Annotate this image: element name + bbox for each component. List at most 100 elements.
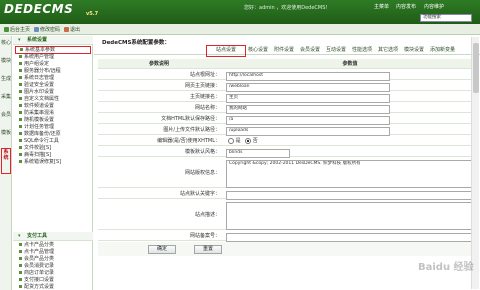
icp-number-input[interactable] xyxy=(226,232,476,242)
sidebar: ▾ 系统设置 系统基本参数 系统用户管理 用户组设定 服务器分布/远程 系统日志… xyxy=(13,36,93,290)
bullet-icon xyxy=(19,76,22,79)
vertical-scrollbar[interactable] xyxy=(471,37,479,289)
sidebar-item-basic-params[interactable]: 系统基本参数 xyxy=(15,46,91,54)
tab-site-settings[interactable]: 站点设置 xyxy=(206,45,246,57)
row-label: 网站名称： xyxy=(194,105,220,111)
sidebar-item-anti-collect[interactable]: 防采集串混淆 xyxy=(19,110,54,116)
link-change-password[interactable]: 修改密码 xyxy=(40,26,60,33)
sidebar-item-user-groups[interactable]: 用户组设定 xyxy=(19,61,49,67)
sidebar-section-system-settings[interactable]: ▾ 系统设置 xyxy=(13,36,93,45)
copyright-textarea[interactable]: Copyright &copy; 2002-2011 DesDeCMS. 织梦科… xyxy=(226,159,476,188)
sidebar-item-label: 配货方式设置 xyxy=(24,284,55,290)
radio-yes-icon[interactable] xyxy=(228,137,234,144)
bullet-icon xyxy=(19,278,22,281)
sidebar-item-label: 图片水印设置 xyxy=(24,89,55,95)
vtab-members[interactable]: 会员 xyxy=(1,112,11,118)
vtab-core[interactable]: 核心 xyxy=(1,40,11,46)
table-row: 编辑器(是/否)使用XHTML： 是 否 xyxy=(98,136,476,146)
user-greeting: 您好：admin ，欢迎使用DedeCMS！ xyxy=(244,5,331,11)
vtab-generate[interactable]: 生成 xyxy=(1,76,11,82)
sidebar-item-db-backup[interactable]: 数据库备份/还原 xyxy=(19,131,61,137)
radio-yes-label: 是 xyxy=(235,138,241,144)
upload-path-input[interactable]: /uploads xyxy=(226,126,390,136)
main-content: DedeCMS系统配置参数： 站点设置 核心设置 附件设置 会员设置 互动设置 … xyxy=(94,36,480,290)
scrollbar-thumb[interactable] xyxy=(473,43,479,93)
link-logout[interactable]: 退出 xyxy=(70,26,80,33)
bullet-icon xyxy=(19,160,22,163)
table-row: 网页主页链接： /webloan xyxy=(98,81,476,92)
section-title: 支付工具 xyxy=(27,233,48,239)
sidebar-item-server-remote[interactable]: 服务器分布/远程 xyxy=(19,68,61,74)
tab-member-settings[interactable]: 会员设置 xyxy=(300,46,320,55)
vertical-module-tabs: 核心 模块 生成 采集 会员 模板 系统 xyxy=(0,36,12,290)
row-label: 网站备案号： xyxy=(189,233,220,239)
table-header: 参数说明 参数值 xyxy=(98,59,476,69)
sidebar-item-virus-scan[interactable]: 病毒扫描[S] xyxy=(19,152,51,158)
homepage-name-input[interactable]: 主页 xyxy=(226,93,390,103)
html-path-input[interactable]: /a xyxy=(226,115,390,125)
button-row: 确定 重置 xyxy=(98,242,476,256)
sidebar-item-orders[interactable]: 商店订单记录 xyxy=(19,270,54,276)
sidebar-item-file-check[interactable]: 文件校验[S] xyxy=(19,145,51,151)
vtab-system[interactable]: 系统 xyxy=(1,148,11,174)
nav-main-menu[interactable]: 主菜单 xyxy=(374,3,389,10)
sidebar-item-delivery[interactable]: 配货方式设置 xyxy=(19,284,54,290)
sidebar-item-scheduled-tasks[interactable]: 计划任务管理 xyxy=(19,124,54,130)
tab-interaction-settings[interactable]: 互动设置 xyxy=(326,46,346,55)
bullet-icon xyxy=(19,83,22,86)
vtab-templates[interactable]: 模板 xyxy=(1,130,11,136)
keywords-input[interactable] xyxy=(226,190,476,200)
template-style-input[interactable]: blinds xyxy=(226,148,290,158)
link-admin-home[interactable]: 后台主页 xyxy=(10,26,30,33)
sidebar-item-member-spending[interactable]: 会员消费记录 xyxy=(19,263,54,269)
row-label: 编辑器(是/否)使用XHTML： xyxy=(157,138,220,144)
vtab-modules[interactable]: 模块 xyxy=(1,58,11,64)
bullet-icon xyxy=(19,69,22,72)
table-row: 网站名称： 我的网站 xyxy=(98,103,476,114)
sidebar-section-payment-tools[interactable]: ▾ 支付工具 xyxy=(13,232,93,241)
table-row: 网站版权信息： Copyright &copy; 2002-2011 DesDe… xyxy=(98,158,476,188)
bullet-icon xyxy=(19,111,22,114)
sidebar-item-label: 数据库备份/还原 xyxy=(24,131,61,137)
reset-button[interactable]: 重置 xyxy=(194,245,222,254)
row-label: 主页链接名： xyxy=(189,94,220,100)
sidebar-item-system-log[interactable]: 系统日志管理 xyxy=(19,75,54,81)
homepage-link-input[interactable]: /webloan xyxy=(226,82,390,92)
vtab-collect[interactable]: 采集 xyxy=(1,94,11,100)
site-url-input[interactable]: http://localhost xyxy=(226,71,390,81)
feature-search-input[interactable]: 功能搜索 xyxy=(420,14,472,22)
bullet-icon xyxy=(19,125,22,128)
sidebar-item-member-category[interactable]: 会员产品分类 xyxy=(19,256,54,262)
tab-other-options[interactable]: 其它选项 xyxy=(378,46,398,55)
nav-content-maintain[interactable]: 内容维护 xyxy=(424,3,444,10)
sidebar-item-card-products[interactable]: 点卡产品管理 xyxy=(19,249,54,255)
sidebar-item-software-channel[interactable]: 软件频道设置 xyxy=(19,103,54,109)
tab-module-settings[interactable]: 模块设置 xyxy=(404,46,424,55)
sidebar-item-label: 系统日志管理 xyxy=(24,75,55,81)
ok-button[interactable]: 确定 xyxy=(148,245,176,254)
watermark-logo: Baidu 经验 xyxy=(418,262,474,273)
site-name-input[interactable]: 我的网站 xyxy=(226,104,390,114)
tab-core-settings[interactable]: 核心设置 xyxy=(248,46,268,55)
description-textarea[interactable] xyxy=(226,201,476,230)
sidebar-item-random-template[interactable]: 随机模板设置 xyxy=(19,117,54,123)
sidebar-item-label: 点卡产品管理 xyxy=(24,249,55,255)
bullet-icon xyxy=(19,146,22,149)
sidebar-item-doc-attrs[interactable]: 自定义文档属性 xyxy=(19,96,59,102)
radio-no-icon[interactable] xyxy=(245,137,252,144)
sidebar-item-card-category[interactable]: 点卡产品分类 xyxy=(19,242,54,248)
section-title: 系统设置 xyxy=(27,37,48,43)
radio-no-label: 否 xyxy=(252,138,258,144)
sidebar-item-sql-tool[interactable]: SQL命令行工具 xyxy=(19,138,59,144)
logout-icon xyxy=(64,27,69,32)
tab-add-variable[interactable]: 添加新变量 xyxy=(430,46,455,55)
row-label: 图片/上传文件默认路径： xyxy=(163,127,220,133)
sidebar-item-error-repair[interactable]: 系统错误修复[S] xyxy=(19,159,61,165)
sidebar-item-user-mgmt[interactable]: 系统用户管理 xyxy=(19,54,54,60)
tab-attachment-settings[interactable]: 附件设置 xyxy=(274,46,294,55)
sidebar-item-payment-api[interactable]: 支付接口设置 xyxy=(19,277,54,283)
nav-content-publish[interactable]: 内容发布 xyxy=(396,3,416,10)
sidebar-item-verify-security[interactable]: 验证安全设置 xyxy=(19,82,54,88)
sidebar-item-watermark[interactable]: 图片水印设置 xyxy=(19,89,54,95)
tab-performance[interactable]: 性能选项 xyxy=(352,46,372,55)
